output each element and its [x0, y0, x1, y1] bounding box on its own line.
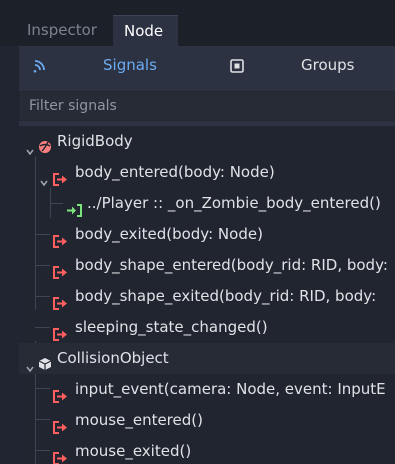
signal-label: mouse_exited(): [75, 442, 192, 460]
subtab-groups[interactable]: Groups: [301, 56, 354, 74]
signal-item[interactable]: body_shape_exited(body_rid: RID, body:: [19, 281, 395, 312]
signal-emit-icon: [53, 228, 69, 250]
chevron-down-icon[interactable]: [26, 136, 34, 156]
filter-signals-input[interactable]: Filter signals: [19, 91, 395, 121]
signal-label: body_exited(body: Node): [75, 225, 263, 243]
connection-label: ../Player :: _on_Zombie_body_entered(): [87, 194, 381, 212]
subtab-signals[interactable]: Signals: [103, 56, 157, 74]
class-row-rigidbody[interactable]: RigidBody: [19, 126, 395, 157]
rigidbody-icon: [38, 134, 52, 157]
connection-item[interactable]: ../Player :: _on_Zombie_body_entered(): [19, 188, 395, 219]
class-row-collisionobject[interactable]: CollisionObject: [19, 343, 395, 374]
signal-item[interactable]: mouse_entered(): [19, 405, 395, 436]
signal-label: body_entered(body: Node): [75, 163, 275, 181]
connection-icon: [66, 197, 82, 219]
signal-emit-icon: [53, 166, 69, 188]
signal-emit-icon: [53, 414, 69, 436]
signal-item[interactable]: input_event(camera: Node, event: InputE: [19, 374, 395, 405]
signal-emit-icon: [53, 290, 69, 312]
class-label: RigidBody: [57, 132, 133, 150]
chevron-down-icon[interactable]: [40, 167, 48, 187]
signal-emit-icon: [53, 259, 69, 281]
signal-emit-icon: [53, 321, 69, 343]
signals-tree: RigidBody body_entered(body: Node) ../Pl…: [19, 126, 395, 464]
groups-icon: [230, 58, 244, 77]
dock-tab-bar: Inspector Node: [0, 0, 395, 46]
tab-node[interactable]: Node: [113, 15, 178, 46]
signal-item[interactable]: sleeping_state_changed(): [19, 312, 395, 343]
signal-label: body_shape_entered(body_rid: RID, body:: [75, 256, 388, 274]
node-dock-panel: Signals Groups Filter signals RigidBody …: [19, 46, 395, 464]
signal-label: body_shape_exited(body_rid: RID, body:: [75, 287, 377, 305]
class-label: CollisionObject: [57, 349, 169, 367]
collision-object-icon: [38, 351, 52, 374]
signal-emit-icon: [53, 383, 69, 405]
signal-icon: [33, 57, 47, 77]
signal-emit-icon: [53, 445, 69, 464]
tab-inspector[interactable]: Inspector: [19, 15, 111, 46]
signal-item[interactable]: body_entered(body: Node): [19, 157, 395, 188]
chevron-down-icon[interactable]: [26, 353, 34, 373]
signal-label: mouse_entered(): [75, 411, 203, 429]
node-subtabs: Signals Groups: [19, 46, 395, 86]
signal-label: input_event(camera: Node, event: InputE: [75, 380, 386, 398]
signal-item[interactable]: body_exited(body: Node): [19, 219, 395, 250]
signal-item[interactable]: mouse_exited(): [19, 436, 395, 464]
signal-label: sleeping_state_changed(): [75, 318, 268, 336]
signal-item[interactable]: body_shape_entered(body_rid: RID, body:: [19, 250, 395, 281]
